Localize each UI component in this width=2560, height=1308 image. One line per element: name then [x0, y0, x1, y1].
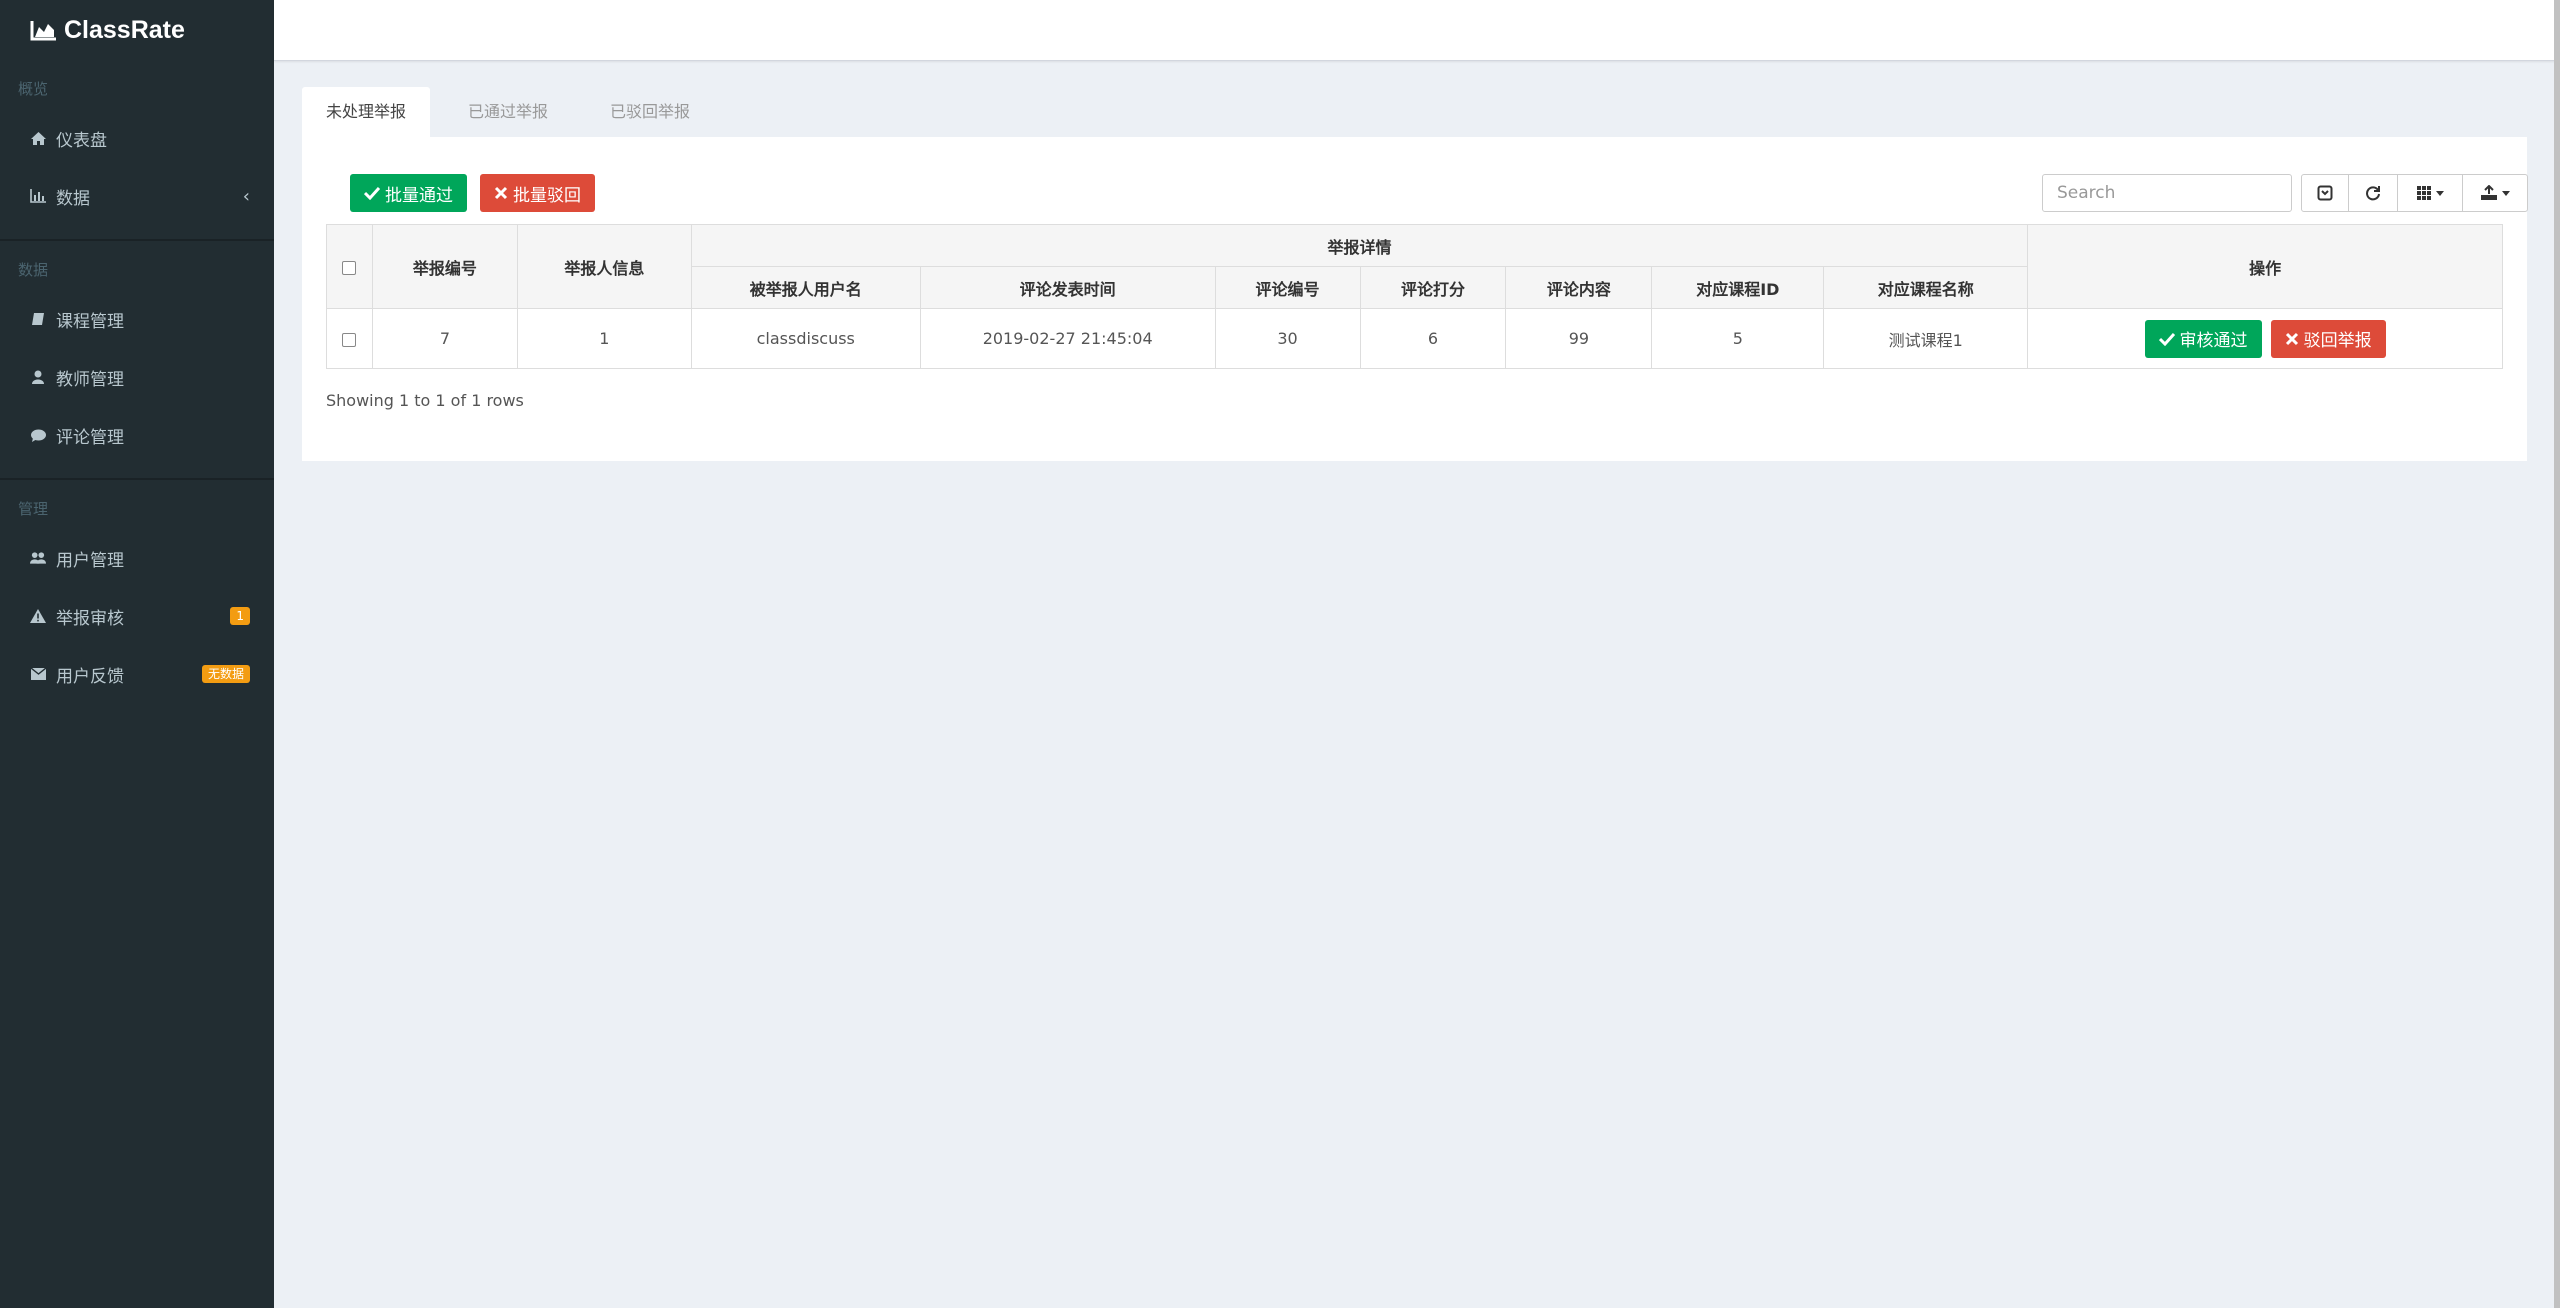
table-cell: 2019-02-27 21:45:04 — [919, 308, 1216, 369]
column-header[interactable]: 评论编号 — [1214, 266, 1361, 309]
select-all-checkbox[interactable] — [342, 260, 357, 275]
table-cell: 99 — [1505, 308, 1653, 369]
columns-button[interactable] — [2397, 174, 2463, 212]
main-content: 未处理举报 已通过举报 已驳回举报 批量通过 批量驳回 Search 举报编号 … — [302, 87, 2528, 461]
sidebar-item-data[interactable]: 数据 ‹ — [0, 167, 274, 225]
search-input[interactable] — [2042, 174, 2292, 212]
toggle-view-button[interactable] — [2301, 174, 2349, 212]
column-header[interactable]: 评论内容 — [1505, 266, 1653, 309]
sidebar-item-dashboard[interactable]: 仪表盘 — [0, 109, 274, 167]
export-button[interactable] — [2462, 174, 2528, 212]
column-header[interactable]: 评论打分 — [1359, 266, 1507, 309]
button-label: 批量通过 — [385, 185, 453, 206]
toggle-icon — [2317, 185, 2333, 201]
sidebar-item-label: 评论管理 — [56, 427, 124, 448]
book-icon — [30, 311, 46, 327]
column-header: 操作 — [2027, 224, 2503, 309]
row-checkbox[interactable] — [342, 332, 357, 347]
sidebar-item-report-review[interactable]: 举报审核 1 — [0, 587, 274, 645]
approve-report-button[interactable]: 审核通过 — [2144, 319, 2262, 358]
tab-bar: 未处理举报 已通过举报 已驳回举报 — [302, 87, 2527, 137]
top-header — [274, 0, 2555, 61]
chevron-left-icon: ‹ — [242, 185, 250, 207]
caret-down-icon — [2436, 190, 2444, 196]
count-badge: 1 — [230, 607, 250, 625]
nav-section-header: 数据 — [18, 261, 49, 279]
table-cell: 30 — [1214, 308, 1361, 369]
close-icon — [494, 186, 508, 200]
batch-reject-button[interactable]: 批量驳回 — [480, 174, 595, 212]
envelope-icon — [30, 666, 46, 682]
table-cell: 6 — [1359, 308, 1507, 369]
comment-icon — [30, 427, 46, 443]
column-header[interactable]: 被举报人用户名 — [690, 266, 921, 309]
app-title: ClassRate — [64, 15, 185, 44]
sidebar-item-course-management[interactable]: 课程管理 — [0, 290, 274, 348]
sidebar-item-label: 举报审核 — [56, 608, 124, 629]
column-header[interactable]: 举报人信息 — [516, 224, 692, 309]
reject-report-button[interactable]: 驳回举报 — [2270, 319, 2386, 358]
reports-table: 举报编号 举报人信息 举报详情 操作 被举报人用户名 评论发表时间 评论编号 评… — [326, 224, 2503, 369]
nav-section-header: 管理 — [18, 500, 49, 518]
column-header[interactable]: 评论发表时间 — [919, 266, 1216, 309]
sidebar-item-label: 教师管理 — [56, 369, 124, 390]
tab-approved-reports[interactable]: 已通过举报 — [444, 87, 572, 137]
home-icon — [30, 130, 46, 146]
users-icon — [30, 550, 46, 566]
caret-down-icon — [2502, 190, 2510, 196]
column-header[interactable]: 对应课程ID — [1651, 266, 1825, 309]
refresh-button[interactable] — [2348, 174, 2398, 212]
table-toolbar: 批量通过 批量驳回 — [326, 137, 2528, 224]
app-logo[interactable]: ClassRate — [0, 0, 274, 60]
button-label: 批量驳回 — [513, 185, 581, 206]
actions-cell: 审核通过 驳回举报 — [2027, 308, 2503, 369]
sidebar-item-label: 用户管理 — [56, 550, 124, 571]
check-icon — [364, 186, 380, 200]
sidebar-item-user-management[interactable]: 用户管理 — [0, 529, 274, 587]
grid-icon — [2417, 186, 2431, 200]
user-icon — [30, 369, 46, 385]
area-chart-icon — [30, 21, 56, 41]
nav-section-header: 概览 — [18, 80, 49, 98]
refresh-icon — [2366, 186, 2380, 201]
export-icon — [2481, 185, 2497, 200]
bar-chart-icon — [30, 188, 46, 204]
batch-approve-button[interactable]: 批量通过 — [350, 174, 467, 212]
sidebar-item-label: 用户反馈 — [56, 666, 124, 687]
status-badge: 无数据 — [201, 665, 250, 683]
table-cell: 1 — [516, 308, 692, 369]
close-icon — [2285, 332, 2298, 345]
tab-rejected-reports[interactable]: 已驳回举报 — [586, 87, 714, 137]
button-label: 审核通过 — [2179, 331, 2248, 351]
tab-panel: 批量通过 批量驳回 Search 举报编号 举报人信息 举报详情 操作 被举报人… — [302, 137, 2528, 461]
sidebar-item-label: 仪表盘 — [56, 130, 107, 151]
pagination-info: Showing 1 to 1 of 1 rows — [326, 391, 524, 410]
table-cell: 5 — [1651, 308, 1825, 369]
sidebar-item-user-feedback[interactable]: 用户反馈 无数据 — [0, 645, 274, 703]
check-icon — [2158, 332, 2175, 346]
row-select-cell — [326, 308, 373, 369]
sidebar-item-label: 数据 — [56, 188, 90, 209]
sidebar-item-teacher-management[interactable]: 教师管理 — [0, 348, 274, 406]
column-header[interactable]: 举报编号 — [371, 224, 518, 309]
table-cell: 测试课程1 — [1823, 308, 2029, 369]
warning-icon — [30, 608, 46, 624]
column-header[interactable]: 对应课程名称 — [1823, 266, 2029, 309]
select-all-cell — [326, 224, 373, 309]
sidebar-item-comment-management[interactable]: 评论管理 — [0, 406, 274, 464]
table-cell: classdiscuss — [690, 308, 921, 369]
button-label: 驳回举报 — [2303, 331, 2372, 351]
sidebar: ClassRate 概览 仪表盘 数据 ‹ 数据 课程管理 教师管理 评论管理 … — [0, 0, 274, 1308]
tab-pending-reports[interactable]: 未处理举报 — [302, 87, 431, 137]
scrollbar[interactable] — [2554, 0, 2560, 1308]
sidebar-item-label: 课程管理 — [56, 311, 124, 332]
group-header: 举报详情 — [690, 224, 2029, 267]
table-row[interactable]: 7 1 classdiscuss 2019-02-27 21:45:04 30 … — [326, 308, 2503, 369]
table-cell: 7 — [371, 308, 518, 369]
